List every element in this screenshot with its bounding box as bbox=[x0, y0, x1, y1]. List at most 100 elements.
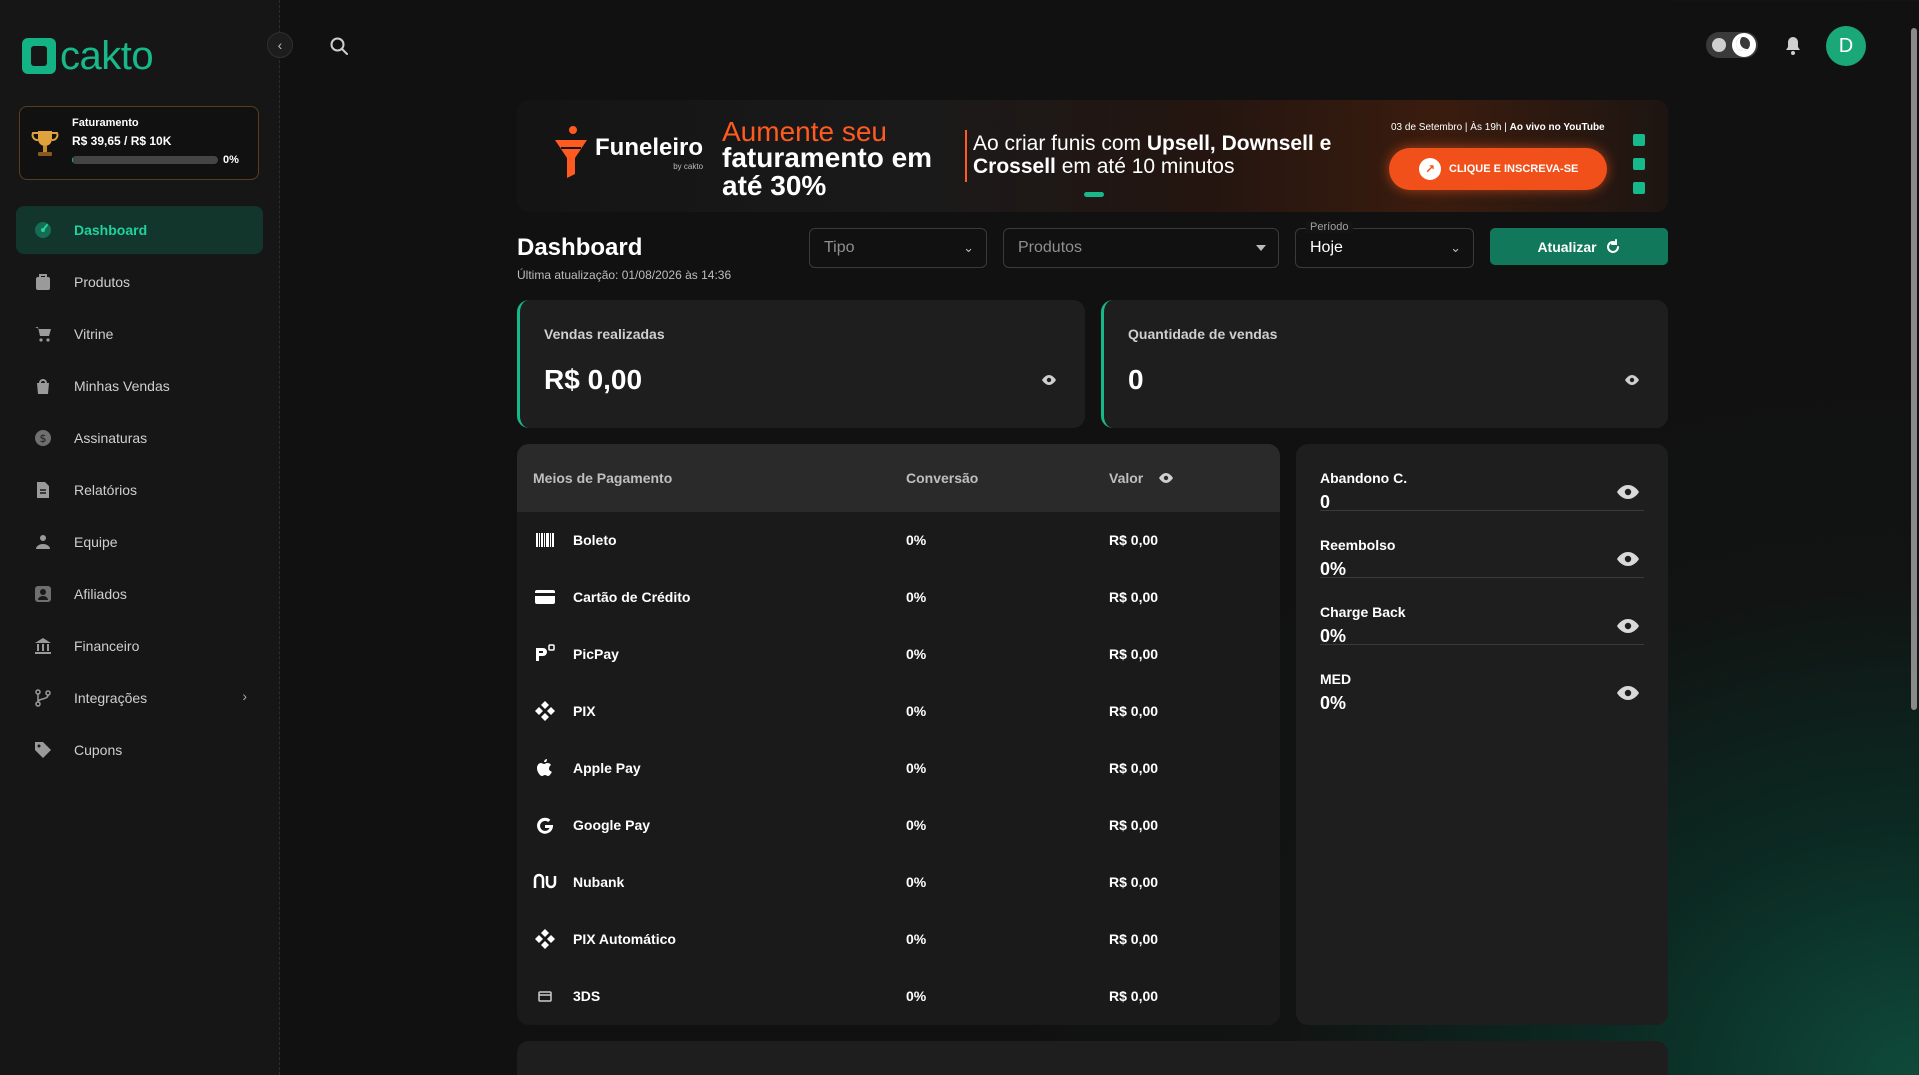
sidebar-item-financeiro[interactable]: Financeiro bbox=[16, 622, 263, 670]
sidebar-item-cupons[interactable]: Cupons bbox=[16, 726, 263, 774]
metric-item: MED 0% bbox=[1320, 645, 1644, 713]
apple-icon bbox=[533, 756, 557, 780]
eye-icon[interactable] bbox=[1041, 374, 1057, 386]
banner-text: Ao criar funis com Upsell, Downsell e Cr… bbox=[973, 132, 1332, 178]
payment-conversion: 0% bbox=[906, 532, 927, 548]
sidebar-item-label: Afiliados bbox=[74, 586, 127, 602]
eye-icon[interactable] bbox=[1616, 685, 1640, 701]
banner-brand: Funeleiro by cakto bbox=[595, 133, 704, 171]
payment-conversion: 0% bbox=[906, 760, 927, 776]
payment-conversion: 0% bbox=[906, 589, 927, 605]
bell-icon[interactable] bbox=[1784, 36, 1802, 56]
metric-label: Charge Back bbox=[1320, 604, 1406, 620]
payment-method-name: Apple Pay bbox=[573, 760, 641, 776]
banner-carousel-indicator[interactable] bbox=[1084, 192, 1104, 197]
sidebar-item-label: Cupons bbox=[74, 742, 123, 758]
payment-method-name: PIX bbox=[573, 703, 596, 719]
logo-icon bbox=[22, 38, 56, 74]
promo-banner[interactable]: Funeleiro by cakto Aumente seu faturamen… bbox=[517, 100, 1668, 212]
payment-conversion: 0% bbox=[906, 931, 927, 947]
column-header: Meios de Pagamento bbox=[533, 470, 673, 486]
funeleiro-logo: Funeleiro by cakto bbox=[553, 124, 703, 180]
theme-toggle[interactable] bbox=[1706, 32, 1758, 58]
table-row: Nubank 0% R$ 0,00 bbox=[517, 854, 1280, 911]
column-header: Valor bbox=[1109, 470, 1144, 486]
sidebar-item-assinaturas[interactable]: $ Assinaturas bbox=[16, 414, 263, 462]
search-icon[interactable] bbox=[329, 36, 349, 56]
barcode-icon bbox=[533, 528, 557, 552]
eye-icon[interactable] bbox=[1616, 551, 1640, 567]
stat-value: R$ 0,00 bbox=[544, 364, 643, 395]
table-body: Boleto 0% R$ 0,00 Cartão de Crédito 0% R$ 0,0… bbox=[517, 512, 1280, 1025]
tag-icon bbox=[32, 739, 54, 761]
table-row: 3DS 0% R$ 0,00 bbox=[517, 968, 1280, 1025]
periodo-select[interactable]: Período Hoje ⌄ bbox=[1295, 221, 1474, 268]
metric-value: 0% bbox=[1320, 559, 1347, 579]
banner-side-decoration bbox=[1633, 134, 1663, 206]
eye-icon[interactable] bbox=[1616, 618, 1640, 634]
sidebar-item-dashboard[interactable]: Dashboard bbox=[16, 206, 263, 254]
produtos-select[interactable]: Produtos bbox=[1003, 228, 1279, 268]
moon-icon bbox=[1732, 33, 1756, 57]
bank-icon bbox=[32, 635, 54, 657]
table-row: Boleto 0% R$ 0,00 bbox=[517, 512, 1280, 569]
billing-progress-fill bbox=[72, 156, 74, 164]
payment-methods-table: Meios de Pagamento Conversão Valor Bolet… bbox=[517, 444, 1280, 1025]
credit-card-icon bbox=[533, 585, 557, 609]
arrow-up-right-icon: ↗ bbox=[1419, 158, 1441, 180]
sidebar-item-vitrine[interactable]: Vitrine bbox=[16, 310, 263, 358]
user-icon bbox=[32, 583, 54, 605]
caret-down-icon bbox=[1256, 245, 1266, 251]
google-icon bbox=[533, 813, 557, 837]
bag-icon bbox=[32, 375, 54, 397]
column-header: Conversão bbox=[906, 470, 979, 486]
avatar[interactable]: D bbox=[1826, 26, 1866, 66]
sidebar-item-equipe[interactable]: Equipe bbox=[16, 518, 263, 566]
metric-value: 0 bbox=[1320, 492, 1331, 512]
last-updated: Última atualização: 01/08/2026 às 14:36 bbox=[517, 268, 732, 282]
sidebar-item-produtos[interactable]: Produtos bbox=[16, 258, 263, 306]
payment-method-name: Cartão de Crédito bbox=[573, 589, 691, 605]
payment-conversion: 0% bbox=[906, 646, 927, 662]
table-row: PIX 0% R$ 0,00 bbox=[517, 683, 1280, 740]
sidebar-item-label: Assinaturas bbox=[74, 430, 148, 446]
tipo-select[interactable]: Tipo ⌄ bbox=[809, 228, 987, 268]
cart-icon bbox=[32, 323, 54, 345]
billing-card[interactable]: Faturamento R$ 39,65 / R$ 10K 0% bbox=[19, 106, 259, 180]
table-row: PIX Automático 0% R$ 0,00 bbox=[517, 911, 1280, 968]
metric-value: 0% bbox=[1320, 626, 1347, 646]
eye-icon[interactable] bbox=[1624, 374, 1640, 386]
table-row: Google Pay 0% R$ 0,00 bbox=[517, 797, 1280, 854]
sidebar-item-relatorios[interactable]: Relatórios bbox=[16, 466, 263, 514]
payment-value: R$ 0,00 bbox=[1109, 817, 1159, 833]
branch-icon bbox=[32, 687, 54, 709]
stat-label: Vendas realizadas bbox=[544, 326, 665, 342]
collapse-sidebar-button[interactable]: ‹ bbox=[267, 32, 293, 58]
dashboard-icon bbox=[32, 219, 54, 241]
chevron-right-icon: › bbox=[242, 688, 247, 704]
eye-icon[interactable] bbox=[1616, 484, 1640, 500]
scrollbar[interactable] bbox=[1909, 0, 1917, 1075]
stat-value: 0 bbox=[1128, 364, 1144, 395]
cakto-logo[interactable]: cakto bbox=[22, 36, 154, 76]
sidebar-nav: Dashboard Produtos Vitrine Minhas Vendas $ As… bbox=[16, 206, 263, 778]
stat-label: Quantidade de vendas bbox=[1128, 326, 1278, 342]
metrics-card: Abandono C. 0 Reembolso 0% Charge Back 0% MED 0… bbox=[1296, 444, 1668, 1025]
payment-value: R$ 0,00 bbox=[1109, 760, 1159, 776]
payment-method-name: PIX Automático bbox=[573, 931, 676, 947]
pix-icon bbox=[533, 699, 557, 723]
payment-method-name: 3DS bbox=[573, 988, 601, 1004]
metric-item: Abandono C. 0 bbox=[1320, 444, 1644, 512]
sidebar-item-integracoes[interactable]: Integrações › bbox=[16, 674, 263, 722]
scrollbar-thumb[interactable] bbox=[1911, 28, 1917, 710]
billing-progress-bar bbox=[72, 156, 218, 164]
table-header: Meios de Pagamento Conversão Valor bbox=[517, 444, 1280, 512]
sales-total-card: Vendas realizadas R$ 0,00 bbox=[517, 300, 1085, 428]
sidebar-item-afiliados[interactable]: Afiliados bbox=[16, 570, 263, 618]
refresh-button[interactable]: Atualizar bbox=[1490, 228, 1668, 265]
nubank-icon bbox=[533, 870, 557, 894]
sidebar-item-minhas-vendas[interactable]: Minhas Vendas bbox=[16, 362, 263, 410]
sidebar-item-label: Integrações bbox=[74, 690, 148, 706]
eye-icon[interactable] bbox=[1158, 472, 1174, 484]
banner-cta-button[interactable]: ↗ CLIQUE E INSCREVA-SE bbox=[1389, 148, 1607, 190]
